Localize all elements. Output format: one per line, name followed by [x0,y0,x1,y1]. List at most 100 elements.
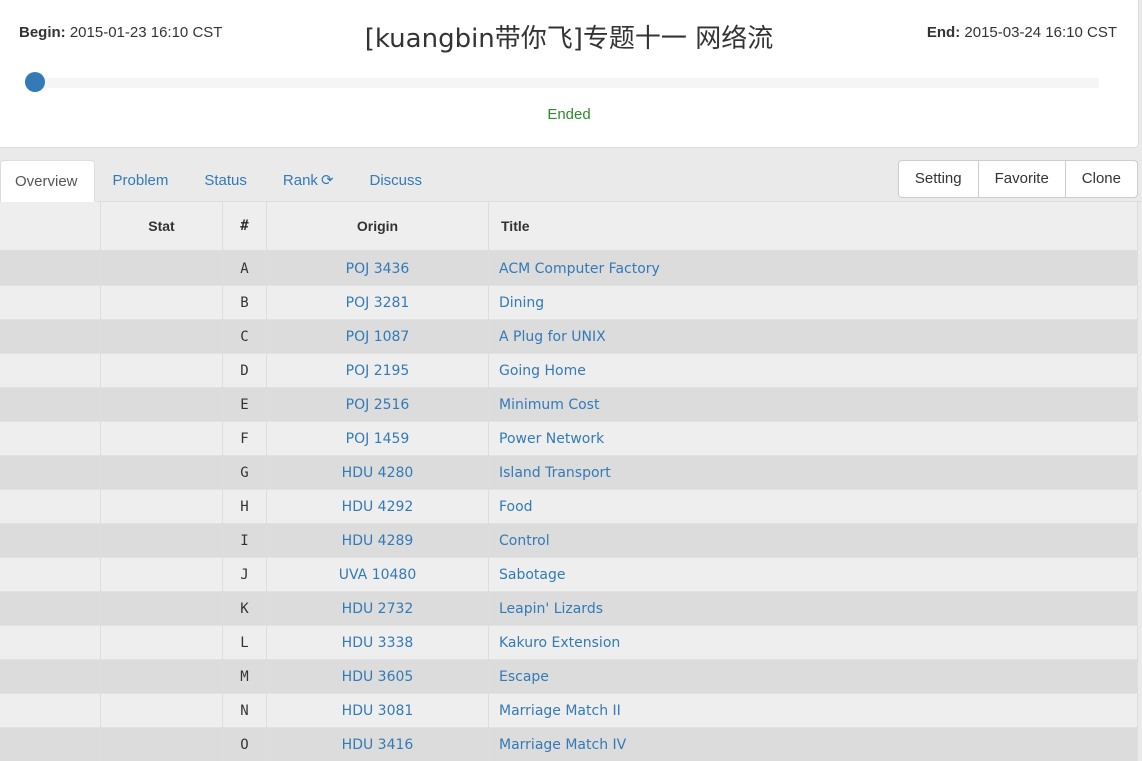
contest-header: Begin: 2015-01-23 16:10 CST [kuangbin带你飞… [0,0,1139,148]
time-progress-track [36,78,1099,88]
table-row: C POJ 1087 A Plug for UNIX [0,319,1138,354]
row-stat-cell [100,250,223,286]
problem-title-link[interactable]: ACM Computer Factory [499,261,660,277]
stat-column-header: Stat [100,202,223,252]
origin-cell: POJ 1459 [266,421,489,456]
problem-title-link[interactable]: Power Network [499,431,604,447]
row-blank-cell [0,727,101,761]
clone-button[interactable]: Clone [1064,160,1138,198]
favorite-button[interactable]: Favorite [977,160,1066,198]
contest-tabs: Overview Problem Status Rank ⟳ Discuss [0,160,440,202]
num-column-header: # [222,202,267,252]
title-cell: Marriage Match IV [488,727,1138,761]
problem-number: E [222,387,267,422]
title-cell: Minimum Cost [488,387,1138,422]
row-stat-cell [100,727,223,761]
end-label: End: [926,24,961,41]
table-row: G HDU 4280 Island Transport [0,455,1138,490]
end-value: 2015-03-24 16:10 CST [964,24,1117,41]
row-blank-cell [0,387,101,422]
refresh-icon[interactable]: ⟳ [321,172,334,189]
problem-title-link[interactable]: Marriage Match II [499,703,621,719]
table-row: M HDU 3605 Escape [0,659,1138,694]
title-cell: Island Transport [488,455,1138,490]
problem-origin-link[interactable]: HDU 4289 [342,533,414,549]
problem-origin-link[interactable]: HDU 3081 [342,703,414,719]
tab-rank[interactable]: Rank ⟳ [265,160,352,201]
row-stat-cell [100,489,223,524]
table-row: B POJ 3281 Dining [0,285,1138,320]
row-stat-cell [100,353,223,388]
time-progress-handle[interactable] [25,72,45,92]
blank-column-header [0,202,101,252]
title-cell: Power Network [488,421,1138,456]
table-row: J UVA 10480 Sabotage [0,557,1138,592]
origin-cell: HDU 3416 [266,727,489,761]
row-stat-cell [100,455,223,490]
row-blank-cell [0,625,101,660]
table-row: O HDU 3416 Marriage Match IV [0,727,1138,761]
row-blank-cell [0,693,101,728]
problem-title-link[interactable]: Kakuro Extension [499,635,620,651]
table-row: D POJ 2195 Going Home [0,353,1138,388]
problem-origin-link[interactable]: POJ 3281 [346,295,410,311]
problem-title-link[interactable]: Dining [499,295,544,311]
row-blank-cell [0,523,101,558]
problem-title-link[interactable]: Going Home [499,363,586,379]
problem-origin-link[interactable]: HDU 2732 [342,601,414,617]
title-cell: Dining [488,285,1138,320]
problem-title-link[interactable]: Island Transport [499,465,611,481]
problem-title-link[interactable]: Leapin' Lizards [499,601,603,617]
table-row: E POJ 2516 Minimum Cost [0,387,1138,422]
problem-origin-link[interactable]: HDU 3416 [342,737,414,753]
problem-title-link[interactable]: Sabotage [499,567,566,583]
row-stat-cell [100,659,223,694]
tab-status[interactable]: Status [186,160,265,201]
title-cell: A Plug for UNIX [488,319,1138,354]
origin-cell: HDU 4289 [266,523,489,558]
problem-title-link[interactable]: Minimum Cost [499,397,599,413]
problem-origin-link[interactable]: POJ 2516 [346,397,410,413]
row-stat-cell [100,285,223,320]
problem-number: M [222,659,267,694]
origin-cell: POJ 2516 [266,387,489,422]
row-blank-cell [0,455,101,490]
table-header-row: Stat # Origin Title [0,202,1138,252]
problem-number: O [222,727,267,761]
setting-button[interactable]: Setting [897,160,979,198]
origin-cell: HDU 2732 [266,591,489,626]
origin-cell: POJ 3436 [266,250,489,286]
problem-table: Stat # Origin Title A POJ 3436 ACM Compute… [0,202,1138,761]
problem-title-link[interactable]: Food [499,499,533,515]
problem-origin-link[interactable]: HDU 4292 [342,499,414,515]
problem-origin-link[interactable]: HDU 4280 [342,465,414,481]
problem-title-link[interactable]: Marriage Match IV [499,737,626,753]
problem-title-link[interactable]: Escape [499,669,549,685]
problem-number: H [222,489,267,524]
row-blank-cell [0,557,101,592]
problem-number: L [222,625,267,660]
row-blank-cell [0,659,101,694]
problem-origin-link[interactable]: HDU 3338 [342,635,414,651]
problem-origin-link[interactable]: POJ 1459 [346,431,410,447]
row-blank-cell [0,591,101,626]
problem-origin-link[interactable]: POJ 3436 [346,261,410,277]
problem-origin-link[interactable]: HDU 3605 [342,669,414,685]
tab-problem[interactable]: Problem [95,160,187,201]
title-cell: Control [488,523,1138,558]
tab-discuss[interactable]: Discuss [352,160,441,201]
table-row: K HDU 2732 Leapin' Lizards [0,591,1138,626]
problem-origin-link[interactable]: UVA 10480 [339,567,417,583]
table-row: A POJ 3436 ACM Computer Factory [0,250,1138,286]
title-cell: Food [488,489,1138,524]
row-stat-cell [100,625,223,660]
problem-origin-link[interactable]: POJ 1087 [346,329,410,345]
problem-origin-link[interactable]: POJ 2195 [346,363,410,379]
origin-cell: HDU 3081 [266,693,489,728]
contest-actions: Setting Favorite Clone [897,160,1138,198]
problem-title-link[interactable]: A Plug for UNIX [499,329,606,345]
row-blank-cell [0,285,101,320]
problem-title-link[interactable]: Control [499,533,550,549]
row-blank-cell [0,250,101,286]
tab-overview[interactable]: Overview [0,160,95,202]
